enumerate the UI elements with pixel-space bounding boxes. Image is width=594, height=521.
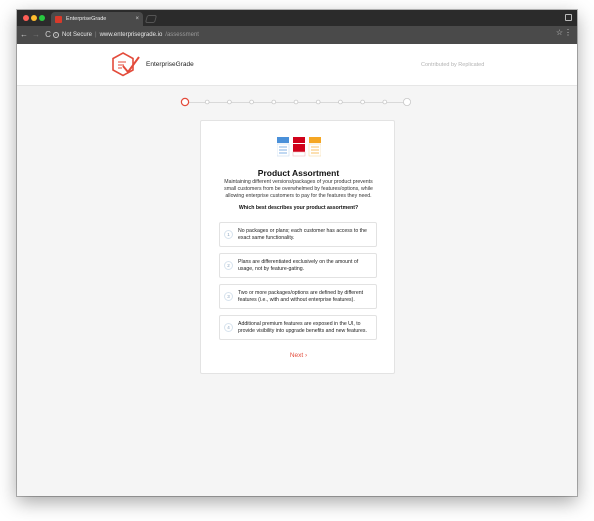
step-dot-5	[271, 99, 277, 105]
option-4[interactable]: 4 Additional premium features are expose…	[219, 315, 377, 340]
option-text: Two or more packages/options are defined…	[238, 290, 364, 303]
step-dot-10	[382, 99, 388, 105]
new-tab-button[interactable]	[144, 15, 158, 23]
option-text: No packages or plans; each customer has …	[238, 228, 367, 241]
option-number: 4	[224, 323, 233, 332]
minimize-window-button[interactable]	[31, 15, 37, 21]
step-dot-7	[315, 99, 321, 105]
close-window-button[interactable]	[23, 15, 29, 21]
favicon-icon	[55, 15, 62, 23]
contributor-link[interactable]: Contributed by Replicated	[421, 62, 484, 68]
step-dot-1	[180, 97, 190, 107]
option-number: 3	[224, 292, 233, 301]
tab-title: EnterpriseGrade	[66, 16, 107, 22]
step-dot-9	[360, 99, 365, 105]
tab-close-icon[interactable]: ×	[135, 16, 139, 22]
option-3[interactable]: 3 Two or more packages/options are defin…	[219, 284, 377, 309]
browser-menu-icon[interactable]: ⋮	[564, 29, 572, 37]
address-bar[interactable]: i Not Secure | www.enterprisegrade.io/as…	[53, 29, 558, 41]
option-text: Additional premium features are exposed …	[238, 321, 367, 334]
maximize-window-button[interactable]	[39, 15, 45, 21]
reload-button[interactable]: C	[43, 31, 53, 39]
step-dot-2	[204, 99, 210, 105]
option-2[interactable]: 2 Plans are differentiated exclusively o…	[219, 253, 377, 278]
enterprisegrade-logo-icon[interactable]	[111, 51, 141, 79]
url-path: /assessment	[165, 32, 199, 38]
back-button[interactable]: ←	[19, 31, 29, 39]
browser-toolbar: ← → C i Not Secure | www.enterprisegrade…	[17, 26, 577, 44]
next-button[interactable]: Next ›	[201, 352, 396, 359]
address-separator: |	[95, 32, 97, 38]
chevron-right-icon: ›	[305, 352, 308, 359]
option-number: 2	[224, 261, 233, 270]
product-packages-icon	[277, 137, 321, 157]
site-header: EnterpriseGrade Contributed by Replicate…	[17, 44, 577, 86]
tab-strip: EnterpriseGrade ×	[17, 10, 577, 26]
assessment-card: Product Assortment Maintaining different…	[200, 120, 395, 374]
step-dot-4	[249, 99, 254, 105]
security-label: Not Secure	[62, 32, 93, 38]
card-title: Product Assortment	[257, 168, 340, 178]
browser-window: EnterpriseGrade × ← → C i Not Secure | w…	[17, 10, 577, 496]
forward-button[interactable]: →	[31, 31, 41, 39]
step-dot-8	[338, 99, 343, 105]
url-host: www.enterprisegrade.io	[99, 32, 163, 38]
card-question: Which best describes your product assort…	[238, 205, 359, 211]
step-dot-11	[402, 98, 411, 106]
card-description: Maintaining different versions/packages …	[224, 179, 373, 199]
brand-name[interactable]: EnterpriseGrade	[146, 61, 194, 68]
page-content: EnterpriseGrade Contributed by Replicate…	[17, 44, 577, 496]
progress-stepper	[180, 96, 412, 108]
option-1[interactable]: 1 No packages or plans; each customer ha…	[219, 222, 377, 247]
browser-tab[interactable]: EnterpriseGrade ×	[51, 12, 143, 26]
info-icon[interactable]: i	[53, 32, 59, 38]
option-text: Plans are differentiated exclusively on …	[238, 259, 359, 272]
step-dot-3	[227, 99, 232, 105]
next-label: Next	[289, 352, 304, 359]
option-number: 1	[224, 230, 233, 239]
profile-icon[interactable]	[565, 14, 572, 21]
bookmark-star-icon[interactable]: ☆	[556, 29, 563, 37]
step-dot-6	[293, 99, 299, 105]
stepper-dots	[180, 97, 411, 107]
